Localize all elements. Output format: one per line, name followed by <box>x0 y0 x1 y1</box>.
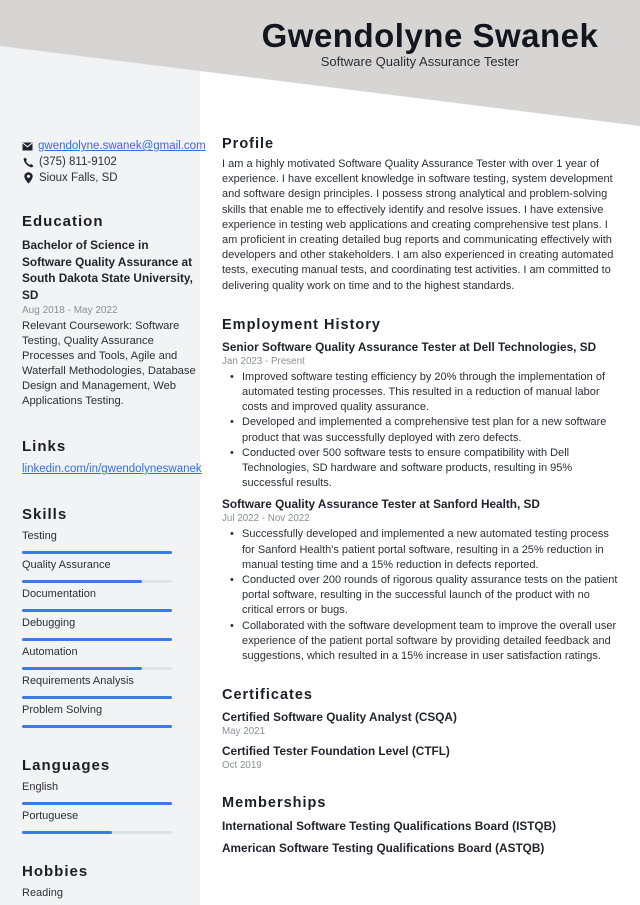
skill-label: Requirements Analysis <box>22 675 134 687</box>
education-dates: Aug 2018 - May 2022 <box>22 305 118 316</box>
main-content: Profile I am a highly motivated Software… <box>222 135 618 878</box>
skill-level-bar <box>22 580 172 583</box>
certificate-item: Certified Tester Foundation Level (CTFL)… <box>222 743 618 772</box>
certificate-date: May 2021 <box>222 726 266 738</box>
employment-heading: Employment History <box>222 316 381 333</box>
skill-level-fill <box>22 580 142 583</box>
membership-item: International Software Testing Qualifica… <box>222 819 557 834</box>
certificates-section: Certificates Certified Software Quality … <box>222 686 618 772</box>
skills-list: Testing Quality Assurance Documentation … <box>22 529 197 728</box>
profile-section: Profile I am a highly motivated Software… <box>222 135 618 294</box>
hobbies-heading: Hobbies <box>22 863 89 880</box>
skill-item: Requirements Analysis <box>22 674 197 699</box>
language-item: English <box>22 780 197 805</box>
envelope-icon <box>22 140 33 152</box>
job-bullet: Conducted over 200 rounds of rigorous qu… <box>230 573 618 619</box>
contact-phone-row: (375) 811-9102 <box>22 154 197 170</box>
language-level-fill <box>22 802 172 805</box>
job-title: Software Quality Assurance Tester at San… <box>222 497 540 512</box>
education-description: Relevant Coursework: Software Testing, Q… <box>22 320 196 407</box>
skill-level-bar <box>22 638 172 641</box>
job-bullets: Successfully developed and implemented a… <box>230 527 618 664</box>
header: Gwendolyne Swanek Software Quality Assur… <box>200 16 640 70</box>
languages-list: English Portuguese <box>22 780 197 834</box>
language-level-bar <box>22 802 172 805</box>
job-bullet: Conducted over 500 software tests to ens… <box>230 446 618 492</box>
language-label: Portuguese <box>22 810 79 822</box>
job-dates: Jan 2023 - Present <box>222 355 305 367</box>
skill-level-fill <box>22 696 172 699</box>
skills-heading: Skills <box>22 506 68 523</box>
certificate-name: Certified Tester Foundation Level (CTFL) <box>222 744 450 759</box>
skill-item: Problem Solving <box>22 703 197 728</box>
job-bullets: Improved software testing efficiency by … <box>230 370 618 492</box>
job-entry: Software Quality Assurance Tester at San… <box>222 496 618 664</box>
skill-label: Problem Solving <box>22 704 103 716</box>
language-level-fill <box>22 831 112 834</box>
skill-item: Documentation <box>22 587 197 612</box>
languages-heading: Languages <box>22 757 111 774</box>
linkedin-link[interactable]: linkedin.com/in/gwendolyneswanek <box>22 461 202 477</box>
profile-text: I am a highly motivated Software Quality… <box>222 158 614 292</box>
hobby-item: Reading <box>22 887 63 899</box>
skill-level-fill <box>22 667 142 670</box>
job-bullet: Developed and implemented a comprehensiv… <box>230 415 618 445</box>
certificate-name: Certified Software Quality Analyst (CSQA… <box>222 710 457 725</box>
skill-label: Documentation <box>22 588 96 600</box>
job-dates: Jul 2022 - Nov 2022 <box>222 513 310 525</box>
contact-info: gwendolyne.swanek@gmail.com (375) 811-91… <box>22 138 206 186</box>
email-link[interactable]: gwendolyne.swanek@gmail.com <box>38 138 206 154</box>
language-level-bar <box>22 831 172 834</box>
skill-item: Automation <box>22 645 197 670</box>
skill-level-fill <box>22 638 172 641</box>
location: Sioux Falls, SD <box>39 172 118 184</box>
membership-item: American Software Testing Qualifications… <box>222 841 545 856</box>
skill-item: Quality Assurance <box>22 558 197 583</box>
certificate-date: Oct 2019 <box>222 760 262 772</box>
skill-level-bar <box>22 609 172 612</box>
certificate-item: Certified Software Quality Analyst (CSQA… <box>222 709 618 738</box>
job-bullet: Improved software testing efficiency by … <box>230 370 618 416</box>
skill-level-bar <box>22 551 172 554</box>
job-bullet: Collaborated with the software developme… <box>230 619 618 665</box>
skill-label: Quality Assurance <box>22 559 111 571</box>
skill-level-bar <box>22 696 172 699</box>
certificates-heading: Certificates <box>222 687 313 704</box>
language-label: English <box>22 781 59 793</box>
memberships-heading: Memberships <box>222 795 327 812</box>
job-title: Senior Software Quality Assurance Tester… <box>222 339 597 354</box>
candidate-name: Gwendolyne Swanek <box>261 17 599 54</box>
skill-level-bar <box>22 667 172 670</box>
skill-level-fill <box>22 551 172 554</box>
job-entry: Senior Software Quality Assurance Tester… <box>222 339 618 492</box>
education-degree: Bachelor of Science in Software Quality … <box>22 238 193 302</box>
skill-item: Debugging <box>22 616 197 641</box>
employment-section: Employment History Senior Software Quali… <box>222 316 618 664</box>
contact-location-row: Sioux Falls, SD <box>22 170 197 186</box>
map-pin-icon <box>22 172 34 184</box>
phone-number: (375) 811-9102 <box>39 156 117 168</box>
links-heading: Links <box>22 438 67 455</box>
phone-icon <box>22 156 34 168</box>
skill-level-fill <box>22 609 172 612</box>
profile-heading: Profile <box>222 136 275 152</box>
sidebar: gwendolyne.swanek@gmail.com (375) 811-91… <box>22 138 206 901</box>
contact-email-row: gwendolyne.swanek@gmail.com <box>22 138 206 154</box>
skill-level-bar <box>22 725 172 728</box>
job-bullet: Successfully developed and implemented a… <box>230 527 618 573</box>
memberships-section: Memberships International Software Testi… <box>222 794 618 856</box>
skill-level-fill <box>22 725 172 728</box>
education-heading: Education <box>22 213 104 230</box>
skill-label: Testing <box>22 530 57 542</box>
candidate-job-title: Software Quality Assurance Tester <box>320 54 520 69</box>
language-item: Portuguese <box>22 809 197 834</box>
skill-item: Testing <box>22 529 197 554</box>
skill-label: Automation <box>22 646 78 658</box>
skill-label: Debugging <box>22 617 76 629</box>
